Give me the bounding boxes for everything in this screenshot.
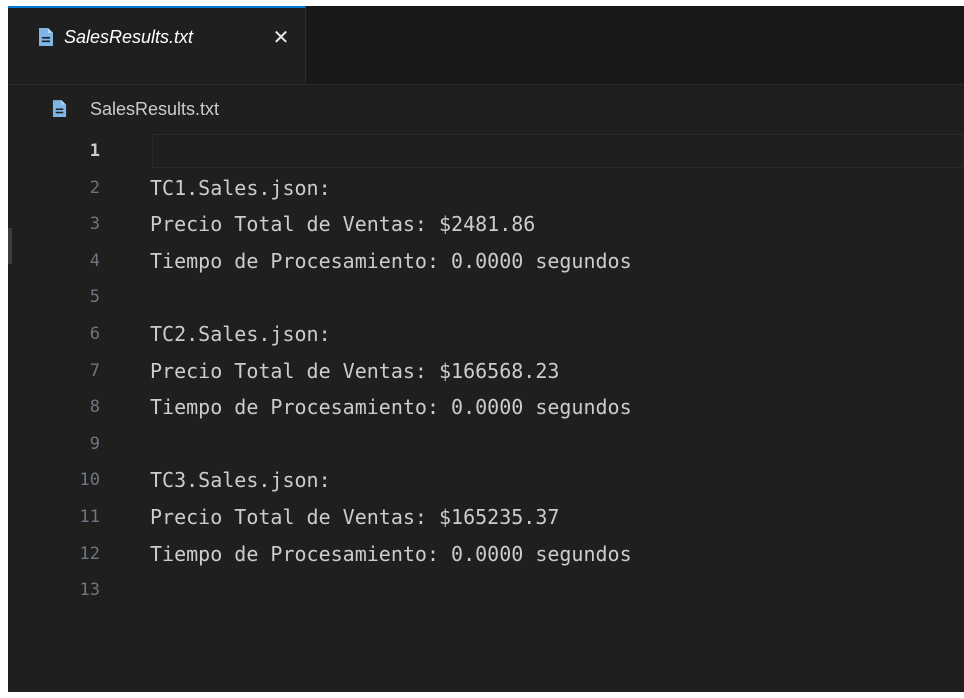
editor-line[interactable]: 2 TC1.Sales.json: [8, 171, 964, 208]
editor-line[interactable]: 7 Precio Total de Ventas: $166568.23 [8, 354, 964, 391]
line-number: 10 [79, 470, 100, 491]
line-number: 5 [89, 287, 100, 308]
breadcrumb-file-label[interactable]: SalesResults.txt [90, 98, 219, 120]
editor-line[interactable]: 6 TC2.Sales.json: [8, 317, 964, 354]
line-number: 6 [89, 324, 100, 344]
line-number: 7 [89, 360, 100, 381]
line-text[interactable]: Precio Total de Ventas: $165235.37 [150, 500, 559, 534]
text-editor[interactable]: 1 2 TC1.Sales.json: 3 Precio Total de Ventas… [8, 134, 964, 692]
line-text[interactable]: Precio Total de Ventas: $166568.23 [150, 354, 559, 388]
tab-sales-results[interactable]: SalesResults.txt ✕ [8, 6, 306, 84]
line-number: 8 [89, 397, 100, 418]
line-text[interactable]: Tiempo de Procesamiento: 0.0000 segundos [150, 537, 632, 571]
editor-line[interactable]: 1 [8, 134, 964, 171]
file-text-icon [52, 100, 67, 117]
editor-line[interactable]: 5 [8, 280, 964, 317]
file-text-icon [39, 28, 53, 46]
editor-line[interactable]: 4 Tiempo de Procesamiento: 0.0000 segundo… [8, 244, 964, 281]
line-number: 1 [89, 141, 100, 161]
line-text[interactable]: Tiempo de Procesamiento: 0.0000 segundos [150, 244, 632, 278]
line-text[interactable]: TC2.Sales.json: [150, 317, 331, 351]
editor-line[interactable]: 8 Tiempo de Procesamiento: 0.0000 segundo… [8, 390, 964, 427]
line-number: 4 [89, 250, 100, 271]
editor-window: SalesResults.txt ✕ SalesResults.txt 1 2 TC… [8, 6, 964, 692]
line-number: 13 [79, 580, 100, 601]
close-icon[interactable]: ✕ [270, 26, 292, 48]
editor-line[interactable]: 9 [8, 427, 964, 464]
line-number: 11 [79, 507, 100, 527]
line-text[interactable]: TC3.Sales.json: [150, 463, 331, 497]
line-text[interactable]: Tiempo de Procesamiento: 0.0000 segundos [150, 390, 632, 424]
line-number: 12 [79, 543, 100, 564]
tab-label: SalesResults.txt [64, 27, 194, 47]
line-text[interactable]: Precio Total de Ventas: $2481.86 [150, 207, 535, 241]
editor-line[interactable]: 10 TC3.Sales.json: [8, 463, 964, 500]
line-number: 9 [89, 433, 100, 454]
line-text[interactable]: TC1.Sales.json: [150, 171, 331, 205]
editor-line[interactable]: 11 Precio Total de Ventas: $165235.37 [8, 500, 964, 537]
editor-line[interactable]: 13 [8, 573, 964, 610]
editor-line[interactable]: 3 Precio Total de Ventas: $2481.86 [8, 207, 964, 244]
breadcrumb: SalesResults.txt [8, 96, 964, 120]
tab-bar: SalesResults.txt ✕ [8, 6, 964, 85]
line-number: 2 [89, 177, 100, 198]
line-number: 3 [89, 214, 100, 235]
editor-line[interactable]: 12 Tiempo de Procesamiento: 0.0000 segund… [8, 537, 964, 574]
